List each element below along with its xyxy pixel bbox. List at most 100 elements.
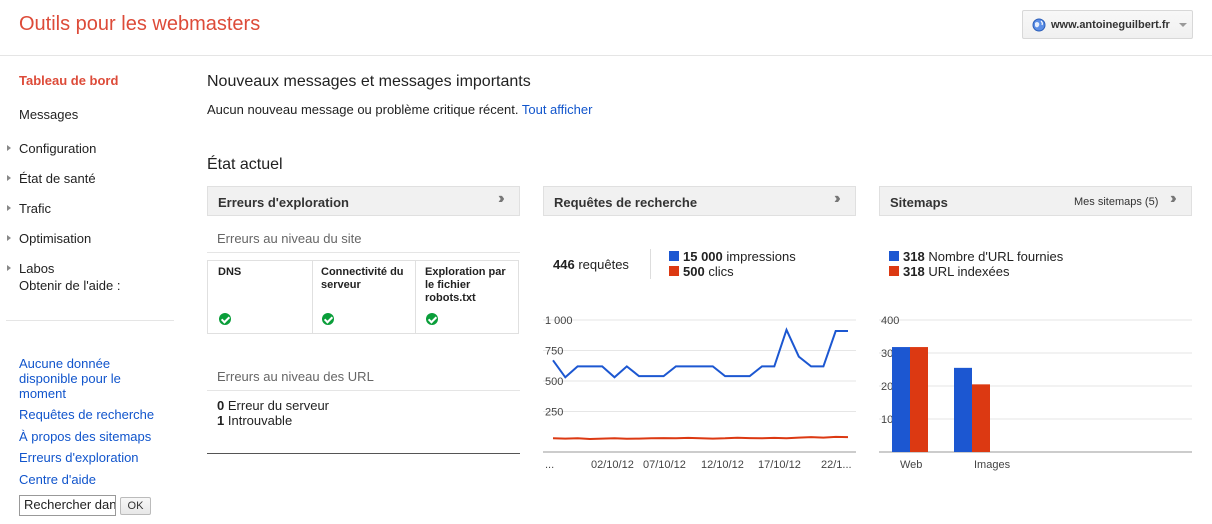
divider [415, 261, 416, 333]
double-chevron-right-icon[interactable]: ›› [1170, 190, 1176, 208]
expand-arrow-icon[interactable] [7, 265, 11, 271]
url-level-errors-heading: Erreurs au niveau des URL [217, 369, 374, 384]
check-ok-icon [426, 313, 438, 325]
server-error-count: 0 [217, 398, 225, 413]
sitemaps-chart: 400300200100Web Images [879, 315, 1192, 471]
sidebar-item-dashboard[interactable]: Tableau de bord [19, 73, 118, 88]
help-search-input[interactable]: Rechercher dans [19, 495, 116, 516]
submitted-legend: 318 Nombre d'URL fournies [903, 249, 1063, 264]
crawl-errors-title: Erreurs d'exploration [218, 195, 349, 210]
sidebar-item-optimization[interactable]: Optimisation [19, 231, 91, 246]
not-found-row[interactable]: 1 Introuvable [217, 413, 292, 428]
x-tick-label: Web [900, 459, 922, 471]
sitemaps-title: Sitemaps [890, 195, 948, 210]
messages-text: Aucun nouveau message ou problème critiq… [207, 102, 592, 117]
sidebar-item-traffic[interactable]: Trafic [19, 201, 51, 216]
queries-count: 446 requêtes [553, 257, 629, 272]
dns-label: DNS [218, 266, 242, 278]
site-errors-table: DNS Connectivité du serveur Exploration … [207, 260, 519, 334]
app-title[interactable]: Outils pour les webmasters [19, 13, 260, 36]
queries-count-value: 446 [553, 257, 575, 272]
show-all-link[interactable]: Tout afficher [522, 102, 593, 117]
x-tick-label: 22/1... [821, 459, 852, 471]
site-selector-button[interactable]: www.antoineguilbert.fr [1022, 10, 1193, 39]
double-chevron-right-icon[interactable]: ›› [834, 190, 840, 208]
not-found-label: Introuvable [227, 413, 293, 428]
site-selector-label: www.antoineguilbert.fr [1051, 19, 1170, 31]
search-queries-header[interactable]: Requêtes de recherche ›› [543, 186, 856, 216]
x-tick-label: 07/10/12 [643, 459, 686, 471]
help-link-help-center[interactable]: Centre d'aide [19, 472, 96, 487]
sidebar-item-labs[interactable]: Labos [19, 261, 54, 276]
robots-fetch-label: Exploration par le fichier robots.txt [425, 266, 506, 304]
bar-images-1 [972, 384, 990, 452]
help-link-search-queries[interactable]: Requêtes de recherche [19, 407, 154, 422]
impressions-legend-swatch [669, 251, 679, 261]
impressions-value: 15 000 [683, 249, 723, 264]
y-tick-label: 1 000 [545, 315, 573, 327]
chevron-down-icon [1179, 23, 1187, 27]
help-link-sitemaps[interactable]: À propos des sitemaps [19, 429, 151, 444]
top-bar: Outils pour les webmasters www.antoinegu… [0, 0, 1212, 56]
server-error-label: Erreur du serveur [227, 398, 330, 413]
y-tick-label: 500 [545, 376, 563, 388]
double-chevron-right-icon[interactable]: ›› [498, 190, 504, 208]
submitted-legend-swatch [889, 251, 899, 261]
clicks-value: 500 [683, 264, 705, 279]
sidebar-item-health[interactable]: État de santé [19, 171, 96, 186]
bar-web-1 [910, 347, 928, 452]
not-found-count: 1 [217, 413, 225, 428]
x-tick-label: ... [545, 459, 554, 471]
check-ok-icon [322, 313, 334, 325]
divider [207, 252, 520, 253]
clicks-legend-swatch [669, 266, 679, 276]
help-link-crawl-errors[interactable]: Erreurs d'exploration [19, 450, 139, 465]
check-ok-icon [219, 313, 231, 325]
expand-arrow-icon[interactable] [7, 145, 11, 151]
y-tick-label: 750 [545, 346, 563, 358]
my-sitemaps-link[interactable]: Mes sitemaps (5) [1074, 196, 1158, 208]
expand-arrow-icon[interactable] [7, 235, 11, 241]
messages-title: Nouveaux messages et messages importants [207, 73, 531, 90]
divider [650, 249, 651, 279]
search-queries-chart: 1 000 750 500 250... 02/10/12 07/10/12 12/10/1… [543, 315, 856, 471]
submitted-value: 318 [903, 249, 925, 264]
site-level-errors-heading: Erreurs au niveau du site [217, 231, 362, 246]
divider [6, 320, 174, 321]
help-search-ok-button[interactable]: OK [120, 497, 151, 515]
expand-arrow-icon[interactable] [7, 175, 11, 181]
x-tick-label: 17/10/12 [758, 459, 801, 471]
clicks-label: clics [708, 264, 734, 279]
crawl-errors-header[interactable]: Erreurs d'exploration ›› [207, 186, 520, 216]
server-error-row[interactable]: 0 Erreur du serveur [217, 398, 329, 413]
impressions-label: impressions [726, 249, 796, 264]
y-tick-label: 400 [881, 315, 899, 327]
indexed-label: URL indexées [928, 264, 1010, 279]
bar-images-0 [954, 367, 972, 452]
help-link-no-data[interactable]: Aucune donnée disponible pour le moment [19, 356, 139, 401]
series-line-impressions [552, 327, 848, 379]
divider [207, 453, 520, 454]
indexed-legend: 318 URL indexées [903, 264, 1010, 279]
x-tick-label: 02/10/12 [591, 459, 634, 471]
x-tick-label: 12/10/12 [701, 459, 744, 471]
indexed-value: 318 [903, 264, 925, 279]
search-queries-title: Requêtes de recherche [554, 195, 698, 210]
messages-status-text: Aucun nouveau message ou problème critiq… [207, 102, 519, 117]
sidebar-item-messages[interactable]: Messages [19, 107, 78, 122]
server-connectivity-label: Connectivité du serveur [321, 266, 404, 291]
globe-icon [1032, 18, 1046, 32]
y-tick-label: 250 [545, 407, 563, 419]
bar-web-0 [892, 347, 910, 452]
divider [207, 390, 520, 391]
sitemaps-header[interactable]: Sitemaps Mes sitemaps (5) ›› [879, 186, 1192, 216]
queries-count-label: requêtes [578, 257, 629, 272]
submitted-label: Nombre d'URL fournies [928, 249, 1064, 264]
series-line-clics [552, 435, 849, 441]
impressions-legend: 15 000 impressions [683, 249, 796, 264]
expand-arrow-icon[interactable] [7, 205, 11, 211]
divider [312, 261, 313, 333]
status-title: État actuel [207, 156, 283, 173]
sidebar-item-configuration[interactable]: Configuration [19, 141, 96, 156]
x-tick-label: Images [974, 459, 1011, 471]
